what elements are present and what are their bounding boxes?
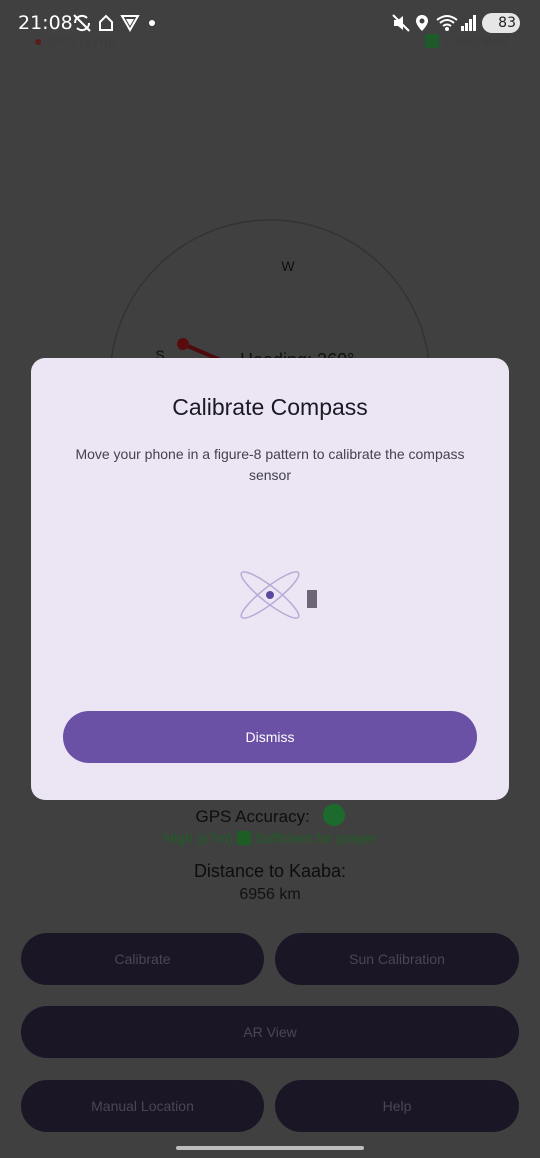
signal-icon [461,15,476,31]
compass-west: W [281,258,295,274]
mute-icon [392,14,410,32]
battery-level: 83 [498,15,516,31]
dot-icon [149,20,155,26]
ar-view-button[interactable]: AR View [21,1006,519,1058]
check-icon [425,34,440,48]
compass-dial: W S Heading: 260° [109,219,431,370]
location-icon [416,15,428,31]
qibla-needle-tip [177,338,189,350]
gps-status: ● GPS (±7m) [34,33,116,49]
distance-label: Distance to Kaaba: [193,861,347,881]
calibrate-dialog: Calibrate Compass Move your phone in a f… [31,358,509,800]
dismiss-button[interactable]: Dismiss [63,711,477,763]
sun-calibration-button[interactable]: Sun Calibration [275,933,519,985]
gps-accuracy-detail-right: Sufficient for prayer [255,830,377,846]
home-indicator[interactable] [176,1146,364,1150]
vpn-icon [120,15,140,32]
pin-icon: ● [34,33,43,49]
help-button[interactable]: Help [275,1080,519,1132]
manual-location-button[interactable]: Manual Location [21,1080,264,1132]
home-icon [99,14,113,31]
battery-icon: 83 [482,13,520,33]
calibration-status-label: Calibrated [444,33,508,49]
distance-value: 6956 km [239,886,301,903]
gps-accuracy-label: GPS Accuracy: [195,807,310,826]
sync-off-icon [73,14,91,32]
figure-8-icon [240,571,300,619]
wifi-icon [436,15,458,31]
status-time: 21:08 [18,12,73,34]
check-icon [237,831,251,845]
gps-status-label: GPS (±7m) [46,33,117,49]
gps-accuracy-detail: High (±7m) Sufficient for prayer [0,830,540,846]
check-circle-icon [322,804,345,826]
dialog-title: Calibrate Compass [172,394,368,420]
calibration-status: Calibrated [425,33,508,49]
calibrate-button[interactable]: Calibrate [21,933,264,985]
dialog-message: Move your phone in a figure-8 pattern to… [75,446,465,483]
progress-cursor [307,590,317,608]
gps-accuracy: GPS Accuracy: [0,804,540,827]
gps-accuracy-detail-left: High (±7m) [163,830,233,846]
